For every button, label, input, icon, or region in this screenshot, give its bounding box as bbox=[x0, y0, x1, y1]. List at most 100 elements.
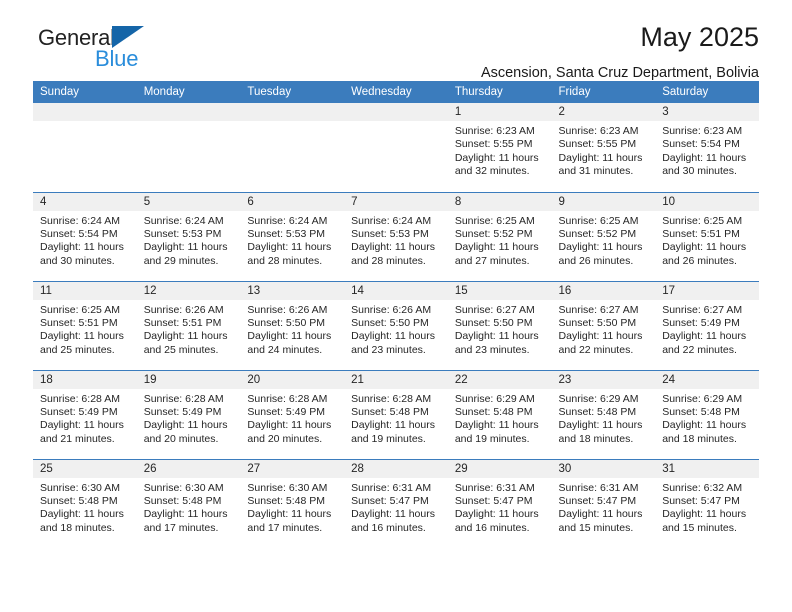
sunrise-text: Sunrise: 6:27 AM bbox=[662, 303, 743, 316]
day-detail: Sunrise: 6:31 AM Sunset: 5:47 PM Daylight:… bbox=[448, 478, 552, 536]
calendar-day-cell[interactable]: 3 Sunrise: 6:23 AM Sunset: 5:54 PM Daylight… bbox=[655, 103, 759, 192]
calendar-day-cell-empty bbox=[344, 103, 448, 192]
day-number: 21 bbox=[344, 370, 448, 389]
calendar-day-cell[interactable]: 4 Sunrise: 6:24 AM Sunset: 5:54 PM Daylight… bbox=[33, 191, 137, 281]
daylight-text: Daylight: 11 hours bbox=[662, 241, 747, 254]
calendar-day-cell[interactable]: 12 Sunrise: 6:26 AM Sunset: 5:51 PM Dayligh… bbox=[136, 280, 241, 370]
day-detail: Sunrise: 6:31 AM Sunset: 5:47 PM Daylight:… bbox=[344, 478, 448, 536]
calendar-day-cell[interactable]: 8 Sunrise: 6:25 AM Sunset: 5:52 PM Daylight… bbox=[447, 191, 552, 281]
day-number: 6 bbox=[240, 192, 345, 211]
day-number: 13 bbox=[240, 281, 345, 300]
calendar-day-cell-empty bbox=[240, 103, 345, 192]
calendar-day-cell[interactable]: 24 Sunrise: 6:29 AM Sunset: 5:48 PM Dayligh… bbox=[655, 369, 759, 459]
sunset-text: Sunset: 5:48 PM bbox=[662, 405, 740, 418]
sunrise-text: Sunrise: 6:24 AM bbox=[351, 214, 432, 227]
calendar-day-cell[interactable]: 25 Sunrise: 6:30 AM Sunset: 5:48 PM Dayligh… bbox=[33, 458, 137, 548]
calendar-day-cell[interactable]: 19 Sunrise: 6:28 AM Sunset: 5:49 PM Dayligh… bbox=[136, 369, 241, 459]
daylight-text-cont: and 30 minutes. bbox=[662, 165, 737, 178]
daylight-text-cont: and 21 minutes. bbox=[40, 432, 115, 445]
daylight-text-cont: and 19 minutes. bbox=[454, 432, 530, 445]
calendar-day-cell[interactable]: 11 Sunrise: 6:25 AM Sunset: 5:51 PM Dayligh… bbox=[33, 280, 137, 370]
calendar-day-cell[interactable]: 7 Sunrise: 6:24 AM Sunset: 5:53 PM Daylight… bbox=[344, 191, 448, 281]
page-header: General Blue May 2025 Ascension, Santa C… bbox=[33, 0, 759, 82]
sunrise-text: Sunrise: 6:30 AM bbox=[143, 481, 224, 494]
day-number: 31 bbox=[655, 459, 759, 478]
sunset-text: Sunset: 5:55 PM bbox=[558, 138, 637, 151]
day-detail: Sunrise: 6:28 AM Sunset: 5:49 PM Daylight:… bbox=[137, 389, 241, 447]
sunrise-text: Sunrise: 6:26 AM bbox=[143, 303, 224, 316]
day-detail: Sunrise: 6:27 AM Sunset: 5:50 PM Daylight:… bbox=[552, 300, 656, 358]
sunrise-text: Sunrise: 6:30 AM bbox=[247, 481, 328, 494]
day-detail: Sunrise: 6:28 AM Sunset: 5:49 PM Daylight:… bbox=[240, 389, 344, 447]
daylight-text-cont: and 15 minutes. bbox=[662, 521, 737, 534]
sunrise-text: Sunrise: 6:31 AM bbox=[558, 481, 639, 494]
day-detail: Sunrise: 6:28 AM Sunset: 5:48 PM Daylight:… bbox=[344, 389, 448, 447]
sunset-text: Sunset: 5:49 PM bbox=[40, 405, 118, 418]
calendar-day-cell[interactable]: 9 Sunrise: 6:25 AM Sunset: 5:52 PM Daylight… bbox=[551, 191, 656, 281]
day-detail: Sunrise: 6:23 AM Sunset: 5:54 PM Daylight:… bbox=[655, 121, 759, 179]
sunrise-text: Sunrise: 6:25 AM bbox=[40, 303, 120, 316]
calendar-day-cell[interactable]: 21 Sunrise: 6:28 AM Sunset: 5:48 PM Dayligh… bbox=[344, 369, 448, 459]
daylight-text: Daylight: 11 hours bbox=[454, 330, 539, 343]
calendar-day-cell[interactable]: 26 Sunrise: 6:30 AM Sunset: 5:48 PM Dayligh… bbox=[136, 458, 241, 548]
calendar-day-cell[interactable]: 17 Sunrise: 6:27 AM Sunset: 5:49 PM Dayligh… bbox=[655, 280, 759, 370]
daylight-text-cont: and 15 minutes. bbox=[558, 521, 634, 534]
daylight-text-cont: and 28 minutes. bbox=[351, 254, 426, 267]
calendar-day-cell[interactable]: 29 Sunrise: 6:31 AM Sunset: 5:47 PM Dayligh… bbox=[447, 458, 552, 548]
sunset-text: Sunset: 5:47 PM bbox=[558, 494, 637, 507]
calendar-day-cell[interactable]: 6 Sunrise: 6:24 AM Sunset: 5:53 PM Daylight… bbox=[240, 191, 345, 281]
calendar-day-cell[interactable]: 27 Sunrise: 6:30 AM Sunset: 5:48 PM Dayligh… bbox=[240, 458, 345, 548]
sunrise-text: Sunrise: 6:23 AM bbox=[454, 125, 535, 137]
sunrise-text: Sunrise: 6:25 AM bbox=[662, 214, 743, 227]
sunset-text: Sunset: 5:51 PM bbox=[143, 316, 222, 329]
day-detail: Sunrise: 6:29 AM Sunset: 5:48 PM Daylight:… bbox=[448, 389, 552, 447]
calendar-day-cell[interactable]: 23 Sunrise: 6:29 AM Sunset: 5:48 PM Dayligh… bbox=[551, 369, 656, 459]
daylight-text: Daylight: 11 hours bbox=[351, 508, 435, 521]
calendar-day-cell[interactable]: 1 Sunrise: 6:23 AM Sunset: 5:55 PM Daylight… bbox=[447, 103, 552, 192]
calendar-day-cell[interactable]: 20 Sunrise: 6:28 AM Sunset: 5:49 PM Dayligh… bbox=[240, 369, 345, 459]
daylight-text: Daylight: 11 hours bbox=[143, 241, 228, 254]
calendar-day-cell[interactable]: 16 Sunrise: 6:27 AM Sunset: 5:50 PM Dayligh… bbox=[551, 280, 656, 370]
day-detail: Sunrise: 6:29 AM Sunset: 5:48 PM Daylight:… bbox=[655, 389, 759, 447]
sunset-text: Sunset: 5:50 PM bbox=[247, 316, 326, 329]
calendar-day-cell[interactable]: 13 Sunrise: 6:26 AM Sunset: 5:50 PM Dayligh… bbox=[240, 280, 345, 370]
calendar-day-cell[interactable]: 10 Sunrise: 6:25 AM Sunset: 5:51 PM Dayligh… bbox=[655, 191, 759, 281]
sunrise-text: Sunrise: 6:31 AM bbox=[351, 481, 432, 494]
calendar-day-cell[interactable]: 2 Sunrise: 6:23 AM Sunset: 5:55 PM Daylight… bbox=[551, 103, 656, 192]
sunset-text: Sunset: 5:47 PM bbox=[662, 494, 740, 507]
day-detail: Sunrise: 6:27 AM Sunset: 5:50 PM Daylight:… bbox=[448, 300, 552, 358]
daylight-text: Daylight: 11 hours bbox=[40, 330, 124, 343]
daylight-text: Daylight: 11 hours bbox=[247, 241, 332, 254]
sunset-text: Sunset: 5:50 PM bbox=[454, 316, 533, 329]
calendar-day-cell[interactable]: 22 Sunrise: 6:29 AM Sunset: 5:48 PM Dayligh… bbox=[447, 369, 552, 459]
calendar-day-cell[interactable]: 30 Sunrise: 6:31 AM Sunset: 5:47 PM Dayligh… bbox=[551, 458, 656, 548]
generalblue-logo[interactable]: General Blue bbox=[38, 26, 238, 74]
calendar-day-cell[interactable]: 18 Sunrise: 6:28 AM Sunset: 5:49 PM Dayligh… bbox=[33, 369, 137, 459]
calendar-week-row: 11 Sunrise: 6:25 AM Sunset: 5:51 PM Dayligh… bbox=[33, 280, 759, 370]
calendar-day-cell[interactable]: 15 Sunrise: 6:27 AM Sunset: 5:50 PM Dayligh… bbox=[447, 280, 552, 370]
calendar-day-cell[interactable]: 5 Sunrise: 6:24 AM Sunset: 5:53 PM Daylight… bbox=[136, 191, 241, 281]
daylight-text: Daylight: 11 hours bbox=[454, 241, 539, 254]
sunrise-text: Sunrise: 6:24 AM bbox=[247, 214, 328, 227]
day-number: 14 bbox=[344, 281, 448, 300]
day-detail: Sunrise: 6:25 AM Sunset: 5:52 PM Daylight:… bbox=[448, 211, 552, 269]
calendar-day-cell[interactable]: 14 Sunrise: 6:26 AM Sunset: 5:50 PM Dayligh… bbox=[344, 280, 448, 370]
weekday-header-thursday: Thursday bbox=[447, 81, 552, 103]
sunrise-text: Sunrise: 6:24 AM bbox=[143, 214, 224, 227]
daylight-text: Daylight: 11 hours bbox=[247, 508, 332, 521]
day-number: 1 bbox=[447, 103, 552, 121]
calendar-day-cell[interactable]: 28 Sunrise: 6:31 AM Sunset: 5:47 PM Dayligh… bbox=[344, 458, 448, 548]
daylight-text: Daylight: 11 hours bbox=[40, 419, 124, 432]
weekday-header-tuesday: Tuesday bbox=[240, 81, 345, 103]
sunset-text: Sunset: 5:48 PM bbox=[351, 405, 429, 418]
calendar-day-cell[interactable]: 31 Sunrise: 6:32 AM Sunset: 5:47 PM Dayligh… bbox=[655, 458, 759, 548]
day-detail: Sunrise: 6:23 AM Sunset: 5:55 PM Daylight:… bbox=[448, 121, 552, 179]
sunset-text: Sunset: 5:54 PM bbox=[662, 138, 740, 151]
daylight-text: Daylight: 11 hours bbox=[558, 508, 643, 521]
daylight-text: Daylight: 11 hours bbox=[351, 241, 435, 254]
day-detail: Sunrise: 6:30 AM Sunset: 5:48 PM Daylight:… bbox=[240, 478, 344, 536]
sunrise-text: Sunrise: 6:29 AM bbox=[454, 392, 535, 405]
day-number: 19 bbox=[136, 370, 241, 389]
daylight-text: Daylight: 11 hours bbox=[558, 330, 643, 343]
sunrise-text: Sunrise: 6:30 AM bbox=[40, 481, 120, 494]
